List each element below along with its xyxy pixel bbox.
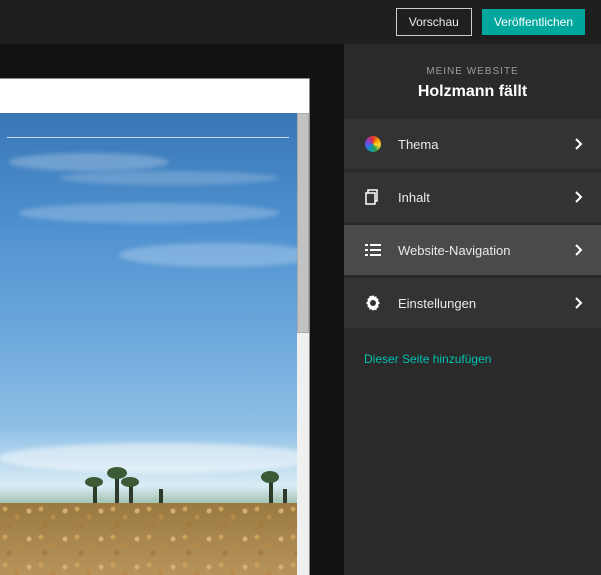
menu-item-theme[interactable]: Thema	[344, 119, 601, 169]
menu-item-label: Thema	[398, 137, 438, 152]
color-wheel-icon	[364, 135, 382, 153]
preview-canvas	[0, 113, 297, 575]
menu-item-settings[interactable]: Einstellungen	[344, 278, 601, 328]
menu-item-label: Inhalt	[398, 190, 430, 205]
copy-icon	[364, 188, 382, 206]
sidebar: MEINE WEBSITE Holzmann fällt Thema Inhal…	[344, 44, 601, 575]
add-to-page-link[interactable]: Dieser Seite hinzufügen	[344, 328, 601, 390]
menu-item-content[interactable]: Inhalt	[344, 172, 601, 222]
chevron-right-icon	[575, 191, 583, 203]
site-header: MEINE WEBSITE Holzmann fällt	[344, 44, 601, 119]
list-icon	[364, 241, 382, 259]
menu-item-label: Einstellungen	[398, 296, 476, 311]
preview-frame[interactable]	[0, 78, 310, 575]
site-kicker: MEINE WEBSITE	[354, 66, 591, 77]
topbar: Vorschau Veröffentlichen	[0, 0, 601, 44]
site-title: Holzmann fällt	[354, 83, 591, 101]
preview-column	[0, 44, 344, 575]
menu-item-label: Website-Navigation	[398, 243, 510, 258]
chevron-right-icon	[575, 244, 583, 256]
publish-button[interactable]: Veröffentlichen	[482, 9, 585, 35]
chevron-right-icon	[575, 297, 583, 309]
menu-item-navigation[interactable]: Website-Navigation	[344, 225, 601, 275]
main-area: MEINE WEBSITE Holzmann fällt Thema Inhal…	[0, 44, 601, 575]
preview-image	[0, 113, 297, 575]
gear-icon	[364, 294, 382, 312]
menu: Thema Inhalt	[344, 119, 601, 328]
scrollbar-thumb[interactable]	[297, 113, 309, 333]
chevron-right-icon	[575, 138, 583, 150]
preview-button[interactable]: Vorschau	[396, 8, 472, 36]
